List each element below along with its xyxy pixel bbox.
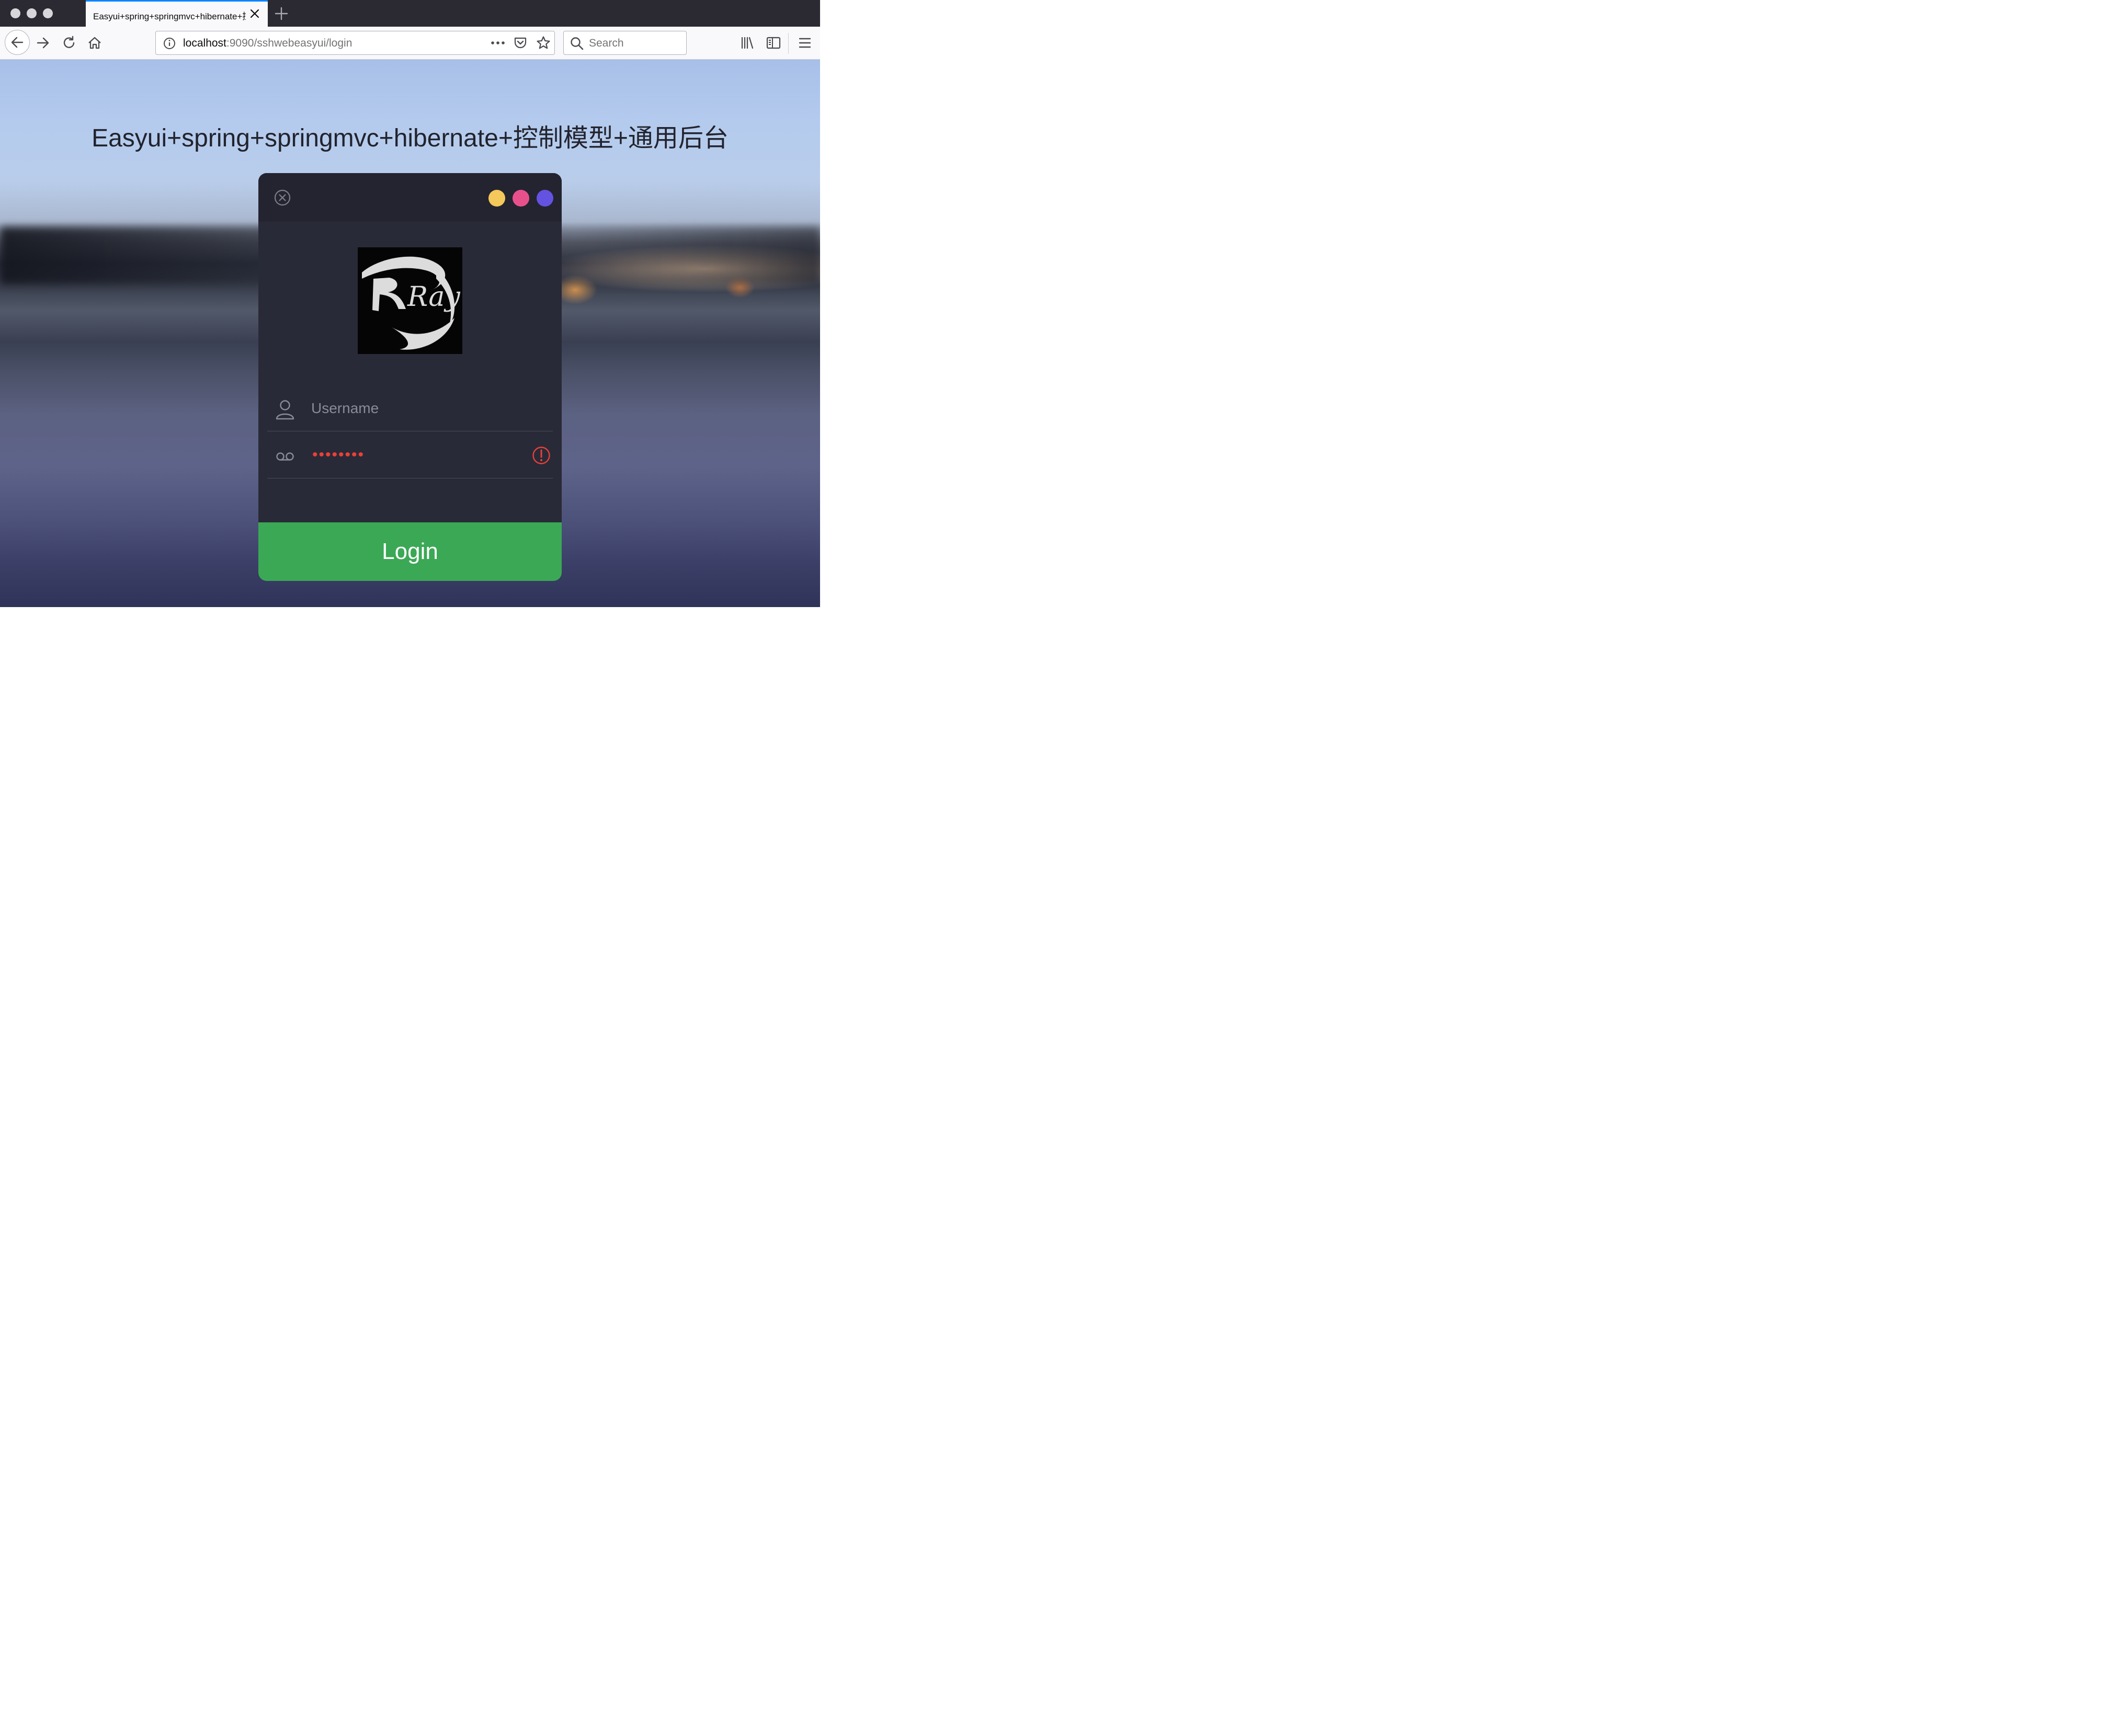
nav-toolbar: localhost:9090/sshwebeasyui/login Search xyxy=(0,27,820,60)
search-bar[interactable]: Search xyxy=(563,31,687,55)
theme-pink-button[interactable] xyxy=(513,190,529,207)
theme-purple-button[interactable] xyxy=(537,190,553,207)
login-panel: Ray •••••••• Login xyxy=(258,173,562,581)
key-icon xyxy=(276,452,294,461)
password-field[interactable]: •••••••• xyxy=(267,431,553,478)
search-placeholder: Search xyxy=(589,37,624,49)
reload-button[interactable] xyxy=(58,31,81,54)
logo-avatar: Ray xyxy=(358,247,462,354)
library-icon[interactable] xyxy=(741,36,754,50)
username-field[interactable] xyxy=(267,384,553,431)
url-text: localhost:9090/sshwebeasyui/login xyxy=(183,37,352,49)
info-icon[interactable] xyxy=(163,37,176,50)
active-tab[interactable]: Easyui+spring+springmvc+hibernate+控制模型+通… xyxy=(86,0,268,27)
user-icon xyxy=(276,400,294,420)
address-bar[interactable]: localhost:9090/sshwebeasyui/login xyxy=(155,31,555,55)
tab-bar: Easyui+spring+springmvc+hibernate+控制模型+通… xyxy=(0,0,820,27)
window-close-button[interactable] xyxy=(10,8,20,18)
logo-image: Ray xyxy=(358,247,462,354)
more-icon[interactable] xyxy=(491,38,505,48)
toolbar-separator xyxy=(788,33,789,54)
pocket-icon[interactable] xyxy=(514,36,527,50)
theme-yellow-button[interactable] xyxy=(488,190,505,207)
reload-icon xyxy=(63,36,75,48)
error-alert-icon xyxy=(532,447,550,464)
window-zoom-button[interactable] xyxy=(43,8,53,18)
home-icon xyxy=(88,37,101,49)
page-title: Easyui+spring+springmvc+hibernate+控制模型+通… xyxy=(92,124,729,152)
new-tab-icon[interactable] xyxy=(274,6,289,21)
password-input[interactable]: •••••••• xyxy=(312,446,365,464)
menu-icon[interactable] xyxy=(799,37,811,49)
search-icon xyxy=(571,37,584,50)
home-button[interactable] xyxy=(83,31,106,54)
back-icon xyxy=(11,37,24,48)
back-button[interactable] xyxy=(5,30,30,55)
forward-icon xyxy=(37,37,49,49)
logo-text: Ray xyxy=(407,281,460,313)
sidebar-icon[interactable] xyxy=(766,36,781,50)
close-icon[interactable] xyxy=(249,8,260,19)
forward-button[interactable] xyxy=(31,31,54,54)
close-circle-icon[interactable] xyxy=(274,189,291,206)
tab-title: Easyui+spring+springmvc+hibernate+控制模型+通… xyxy=(93,12,246,21)
window-minimize-button[interactable] xyxy=(27,8,37,18)
username-input[interactable] xyxy=(311,397,520,420)
login-panel-header xyxy=(258,173,562,222)
login-button[interactable]: Login xyxy=(258,522,562,581)
bookmark-star-icon[interactable] xyxy=(536,36,551,50)
